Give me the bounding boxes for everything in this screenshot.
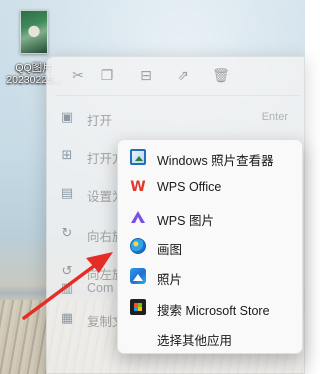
- submenu-item-choose-other-app[interactable]: 选择其他应用: [122, 323, 300, 352]
- submenu-item-photos[interactable]: 照片: [122, 262, 300, 291]
- share-icon[interactable]: ⇗: [172, 65, 194, 87]
- open-icon: ▣: [60, 110, 74, 125]
- menu-item-label: 打开: [87, 114, 113, 128]
- copy-path-icon: ▦: [60, 311, 74, 326]
- submenu-item-label: 选择其他应用: [157, 334, 233, 348]
- wps-picture-icon: [130, 209, 146, 225]
- submenu-item-microsoft-store[interactable]: 搜索 Microsoft Store: [122, 293, 300, 322]
- toolbar-divider: [55, 95, 300, 96]
- delete-icon[interactable]: 🗑: [210, 65, 232, 87]
- menu-item-label: Com: [87, 281, 114, 295]
- cut-icon[interactable]: ✂: [67, 65, 89, 87]
- open-with-icon: ⊞: [61, 148, 73, 163]
- rotate-right-icon: ↻: [61, 226, 73, 241]
- submenu-item-label: WPS 图片: [157, 214, 214, 228]
- compress-icon: ▥: [60, 281, 74, 296]
- submenu-item-label: WPS Office: [157, 180, 222, 194]
- rename-icon[interactable]: ⊟: [135, 65, 157, 87]
- photos-icon: [130, 268, 146, 284]
- submenu-item-label: 照片: [157, 273, 183, 287]
- open-with-submenu: Windows 照片查看器 W WPS Office WPS 图片 画图 照片 …: [117, 139, 303, 354]
- submenu-item-label: 搜索 Microsoft Store: [157, 304, 270, 318]
- submenu-item-windows-photo-viewer[interactable]: Windows 照片查看器: [122, 143, 300, 172]
- submenu-item-wps-office[interactable]: W WPS Office: [122, 173, 300, 202]
- submenu-item-paint[interactable]: 画图: [122, 232, 300, 261]
- menu-item-shortcut: Enter: [261, 111, 288, 123]
- menu-item-open[interactable]: ▣ 打开 Enter: [51, 104, 302, 132]
- paint-icon: [130, 238, 146, 254]
- context-menu-toolbar: ✂ ❐ ⊟ ⇗ 🗑: [47, 57, 306, 95]
- wps-office-icon: W: [130, 179, 146, 195]
- submenu-item-label: Windows 照片查看器: [157, 154, 274, 168]
- submenu-item-wps-picture[interactable]: WPS 图片: [122, 203, 300, 232]
- copy-icon[interactable]: ❐: [96, 65, 118, 87]
- image-thumbnail-icon: [20, 10, 48, 54]
- submenu-item-label: 画图: [157, 243, 183, 257]
- microsoft-store-icon: [130, 299, 146, 315]
- windows-photo-viewer-icon: [130, 149, 146, 165]
- set-as-icon: ▤: [60, 186, 74, 201]
